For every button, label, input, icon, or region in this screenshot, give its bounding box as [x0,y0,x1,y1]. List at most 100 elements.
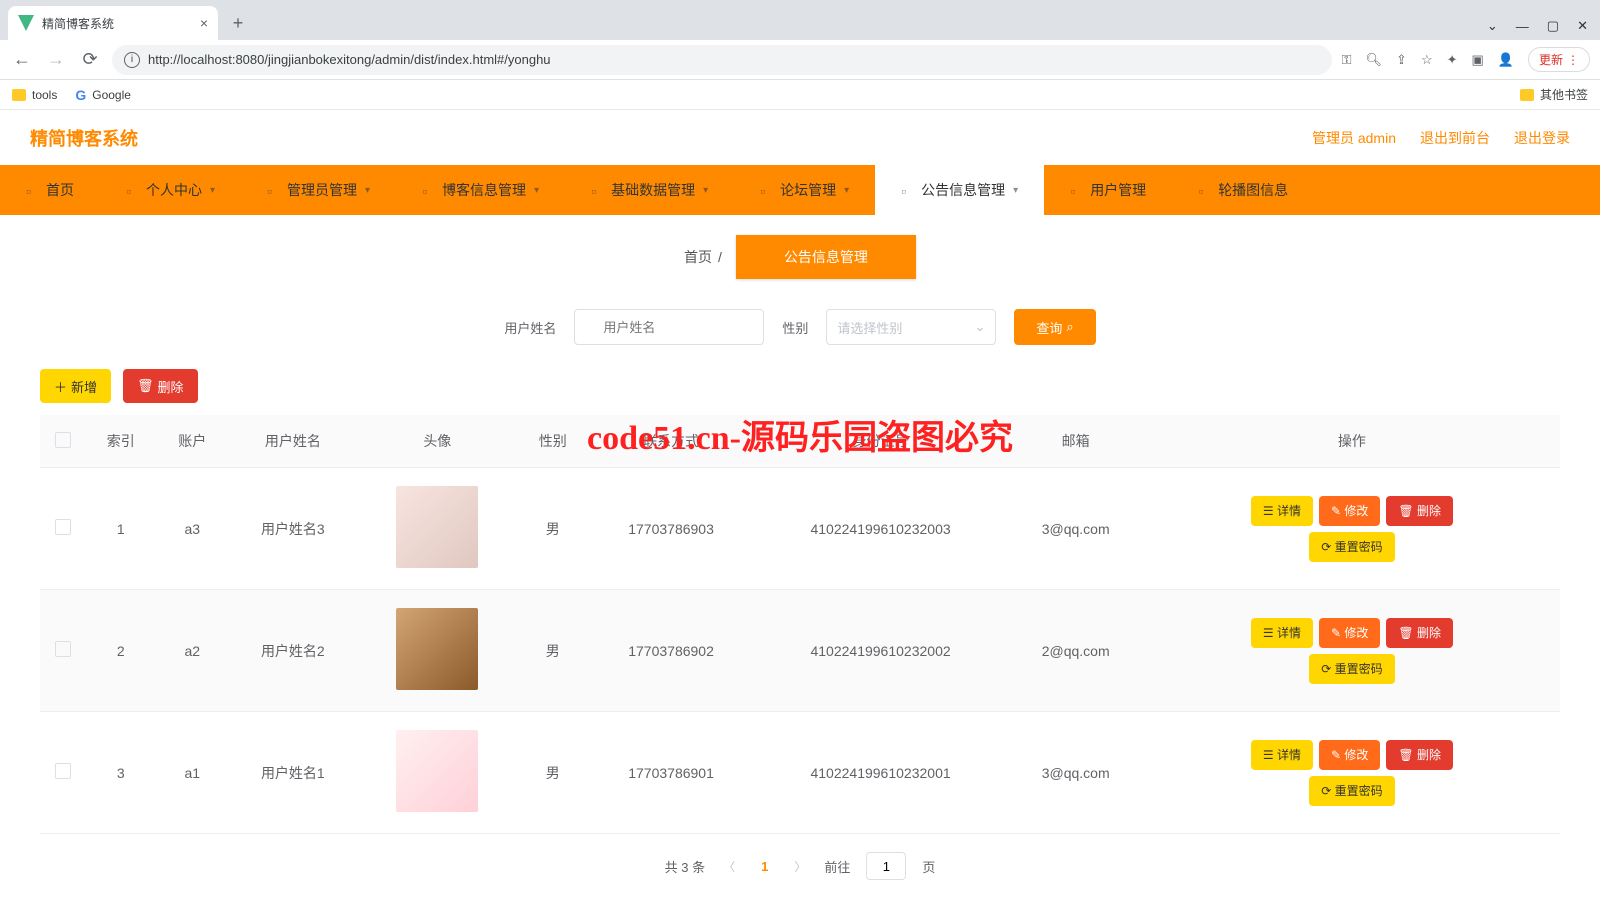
update-button[interactable]: 更新⋮ [1528,47,1590,72]
row-delete-button[interactable]: 🗑 删除 [1386,740,1453,770]
nav-icon: ▫ [267,183,281,197]
back-icon[interactable]: ← [10,49,34,70]
nav-icon: ▫ [126,183,140,197]
new-tab-button[interactable]: + [224,9,252,37]
breadcrumb-home[interactable]: 首页 [684,247,712,267]
col-1: 索引 [85,415,157,468]
to-front-link[interactable]: 退出到前台 [1420,128,1490,148]
nav-item-个人中心[interactable]: ▫个人中心▾ [100,165,241,215]
chevron-down-icon[interactable]: ⌄ [1487,18,1498,34]
action-bar: ＋新增 🗑删除 [0,369,1600,415]
checkbox-all[interactable] [55,432,71,448]
pagination-page-suffix: 页 [922,857,935,876]
pagination-total: 共 3 条 [665,857,705,876]
cell-email: 3@qq.com [1007,712,1143,834]
nav-item-用户管理[interactable]: ▫用户管理 [1044,165,1172,215]
row-delete-button[interactable]: 🗑 删除 [1386,496,1453,526]
pagination-goto-input[interactable] [866,852,906,880]
bookmarks-bar: tools GGoogle 其他书签 [0,80,1600,110]
pagination-page-1[interactable]: 1 [753,855,776,878]
cell-name: 用户姓名2 [228,590,358,712]
site-info-icon[interactable]: i [124,52,140,68]
logout-link[interactable]: 退出登录 [1514,128,1570,148]
maximize-icon[interactable]: ▢ [1547,18,1559,34]
detail-button[interactable]: ☰ 详情 [1251,496,1313,526]
delete-button[interactable]: 🗑删除 [123,369,198,403]
chevron-down-icon: ▾ [844,185,849,196]
row-checkbox[interactable] [55,519,71,535]
add-button[interactable]: ＋新增 [40,369,111,403]
nav-item-博客信息管理[interactable]: ▫博客信息管理▾ [396,165,565,215]
search-icon: ⌕ [1066,319,1073,335]
col-2: 账户 [157,415,229,468]
bookmark-google[interactable]: GGoogle [75,87,131,103]
reload-icon[interactable]: ⟳ [78,49,102,70]
nav-item-管理员管理[interactable]: ▫管理员管理▾ [241,165,396,215]
browser-tab[interactable]: 精简博客系统 × [8,6,218,40]
col-3: 用户姓名 [228,415,358,468]
app-header: 精简博客系统 管理员 admin 退出到前台 退出登录 [0,110,1600,165]
edit-button[interactable]: ✎ 修改 [1319,618,1380,648]
share-icon[interactable]: ⇪ [1396,52,1407,68]
breadcrumb-sep: / [718,249,722,265]
table-row: 3a1用户姓名1男177037869014102241996102320013@… [40,712,1560,834]
nav-item-轮播图信息[interactable]: ▫轮播图信息 [1172,165,1314,215]
extensions-icon[interactable]: ✦ [1447,52,1458,68]
filter-gender-select[interactable]: 请选择性别 ⌄ [826,309,996,345]
filter-name-input[interactable] [574,309,764,345]
cell-account: a2 [157,590,229,712]
reset-password-button[interactable]: ⟳ 重置密码 [1309,776,1394,806]
chevron-down-icon: ▾ [534,185,539,196]
nav-item-论坛管理[interactable]: ▫论坛管理▾ [734,165,875,215]
nav-item-首页[interactable]: ▫首页 [0,165,100,215]
folder-icon [1520,89,1534,101]
nav-item-公告信息管理[interactable]: ▫公告信息管理▾ [875,165,1044,215]
google-icon: G [75,87,86,103]
query-button[interactable]: 查询⌕ [1014,309,1095,345]
browser-tab-strip: 精简博客系统 × + ⌄ — ▢ ✕ [0,0,1600,40]
reset-password-button[interactable]: ⟳ 重置密码 [1309,654,1394,684]
pagination-prev[interactable]: 〈 [717,854,741,879]
minimize-icon[interactable]: — [1516,19,1529,34]
cell-gender: 男 [517,712,589,834]
col-4: 头像 [358,415,517,468]
nav-item-基础数据管理[interactable]: ▫基础数据管理▾ [565,165,734,215]
nav-icon: ▫ [1070,183,1084,197]
cell-account: a1 [157,712,229,834]
cell-email: 2@qq.com [1007,590,1143,712]
row-checkbox[interactable] [55,763,71,779]
zoom-icon[interactable]: 🔍︎ [1366,52,1383,68]
row-delete-button[interactable]: 🗑 删除 [1386,618,1453,648]
pagination-next[interactable]: 〉 [788,854,812,879]
cell-ops: ☰ 详情✎ 修改🗑 删除 ⟳ 重置密码 [1144,590,1560,712]
detail-button[interactable]: ☰ 详情 [1251,740,1313,770]
filter-name-label: 用户姓名 [504,318,556,337]
bookmark-tools[interactable]: tools [12,88,57,102]
pagination-goto-label: 前往 [824,857,850,876]
detail-button[interactable]: ☰ 详情 [1251,618,1313,648]
address-bar[interactable]: i http://localhost:8080/jingjianbokexito… [112,45,1332,75]
bookmark-other[interactable]: 其他书签 [1520,86,1588,103]
edit-button[interactable]: ✎ 修改 [1319,496,1380,526]
breadcrumb: 首页 / 公告信息管理 [684,235,916,279]
nav-icon: ▫ [591,183,605,197]
close-window-icon[interactable]: ✕ [1577,18,1588,34]
reset-password-button[interactable]: ⟳ 重置密码 [1309,532,1394,562]
cell-email: 3@qq.com [1007,468,1143,590]
row-checkbox[interactable] [55,641,71,657]
admin-label[interactable]: 管理员 admin [1312,128,1396,148]
sidepanel-icon[interactable]: ▣ [1472,52,1484,68]
breadcrumb-current: 公告信息管理 [736,235,916,279]
cell-name: 用户姓名3 [228,468,358,590]
cell-idnum: 410224199610232003 [754,468,1008,590]
profile-icon[interactable]: 👤 [1498,52,1514,68]
col-0 [40,415,85,468]
star-icon[interactable]: ☆ [1421,52,1433,68]
close-tab-icon[interactable]: × [200,15,208,31]
key-icon[interactable]: ⚿ [1342,52,1352,68]
table-row: 2a2用户姓名2男177037869024102241996102320022@… [40,590,1560,712]
nav-icon: ▫ [422,183,436,197]
forward-icon[interactable]: → [44,49,68,70]
brand-title: 精简博客系统 [30,125,138,151]
edit-button[interactable]: ✎ 修改 [1319,740,1380,770]
